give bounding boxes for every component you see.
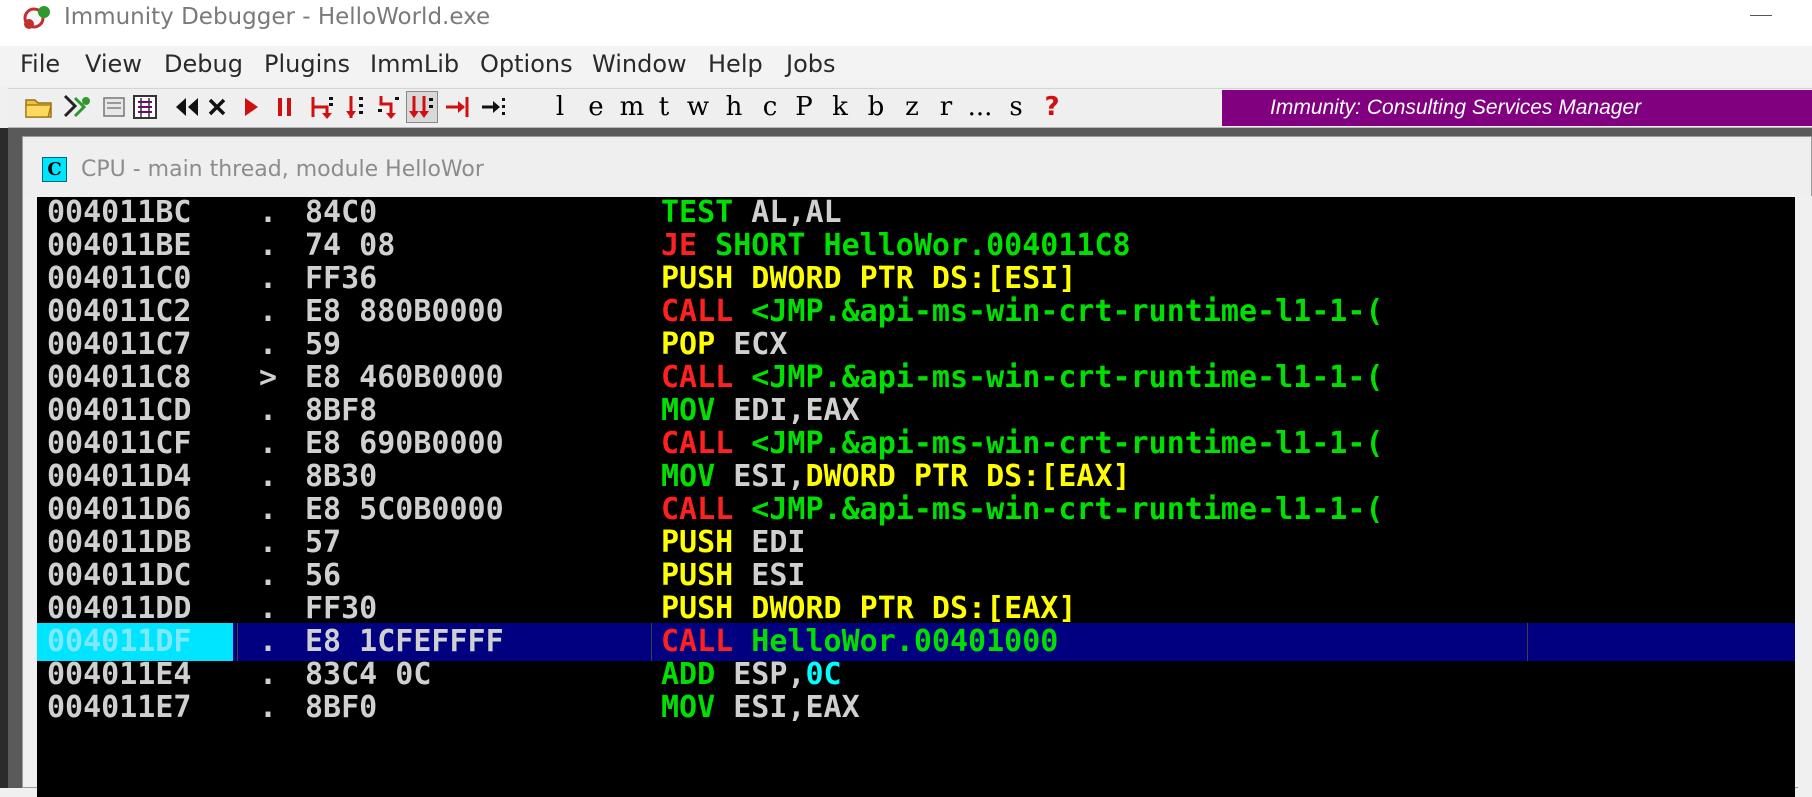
- cpu-window-title: CPU - main thread, module HelloWor: [81, 157, 484, 182]
- disassembly-pane[interactable]: 004011BC. 84C0 TEST AL,AL 004011BE. 74 08 JE …: [37, 197, 1795, 797]
- menu-view[interactable]: View: [85, 50, 142, 78]
- toolbar-e-button[interactable]: e: [582, 91, 610, 123]
- trace-over-icon[interactable]: [406, 91, 438, 123]
- disasm-operand: AL,AL: [733, 197, 842, 230]
- trace-into-icon[interactable]: [374, 91, 404, 123]
- disasm-instruction: MOV ESI,EAX: [661, 689, 1527, 727]
- step-into-icon[interactable]: [308, 91, 338, 123]
- disasm-hex-bytes: 8BF0: [305, 690, 378, 725]
- disasm-operand: <JMP.&api-ms-win-crt-runtime-l1-1-(: [733, 426, 1384, 461]
- disasm-mnemonic: ADD: [661, 657, 716, 692]
- disasm-operand: HelloWor.00401000: [733, 624, 1059, 659]
- disasm-mnemonic: PUSH: [661, 591, 734, 626]
- disasm-mnemonic: CALL: [661, 426, 734, 461]
- toolbar-more-button[interactable]: ...: [960, 91, 1000, 123]
- memory-map-icon[interactable]: [130, 91, 160, 123]
- toolbar-t-button[interactable]: t: [650, 91, 678, 123]
- menu-plugins[interactable]: Plugins: [264, 50, 350, 78]
- disasm-operand: <JMP.&api-ms-win-crt-runtime-l1-1-(: [733, 360, 1384, 395]
- execute-till-return-icon[interactable]: [442, 91, 472, 123]
- disasm-mnemonic: PUSH: [661, 558, 734, 593]
- toolbar-m-button[interactable]: m: [618, 91, 646, 123]
- menu-debug[interactable]: Debug: [164, 50, 243, 78]
- disasm-operand: ESI,EAX: [715, 690, 860, 725]
- pause-icon[interactable]: [272, 91, 298, 123]
- toolbar-h-button[interactable]: h: [720, 91, 748, 123]
- disasm-operand: ESI,: [715, 459, 806, 494]
- consulting-services-banner[interactable]: Immunity: Consulting Services Manager: [1222, 90, 1812, 126]
- disasm-mnemonic: MOV: [661, 690, 716, 725]
- disasm-mnemonic: PUSH: [661, 525, 734, 560]
- go-to-icon[interactable]: [478, 91, 508, 123]
- close-program-icon[interactable]: [100, 91, 128, 123]
- step-over-icon[interactable]: [342, 91, 372, 123]
- disasm-operand: 0C: [805, 657, 842, 692]
- disasm-operand: ECX: [715, 327, 788, 362]
- toolbar-w-button[interactable]: w: [684, 91, 712, 123]
- disasm-row[interactable]: 004011E7. 8BF0 MOV ESI,EAX: [37, 689, 1795, 727]
- toolbar-s-button[interactable]: s: [1002, 91, 1030, 123]
- toolbar-k-button[interactable]: k: [826, 91, 854, 123]
- toolbar-l-button[interactable]: l: [546, 91, 574, 123]
- menu-immlib[interactable]: ImmLib: [370, 50, 459, 78]
- terminate-x-icon[interactable]: [204, 91, 230, 123]
- disasm-mnemonic: JE: [661, 228, 698, 263]
- window-title: Immunity Debugger - HelloWorld.exe: [64, 4, 491, 30]
- disasm-operand: EDI: [733, 525, 806, 560]
- disasm-mnemonic: CALL: [661, 294, 734, 329]
- cpu-window: C CPU - main thread, module HelloWor 004…: [22, 136, 1812, 797]
- cpu-window-titlebar[interactable]: C CPU - main thread, module HelloWor: [23, 137, 1811, 197]
- cpu-window-icon: C: [42, 157, 67, 182]
- toolbar-c-button[interactable]: c: [756, 91, 784, 123]
- menu-help[interactable]: Help: [708, 50, 763, 78]
- disasm-mnemonic: MOV: [661, 459, 716, 494]
- restart-icon[interactable]: [60, 91, 94, 123]
- disasm-operand: SHORT HelloWor.004011C8: [697, 228, 1131, 263]
- title-bar: Immunity Debugger - HelloWorld.exe: [0, 0, 1812, 46]
- disasm-mnemonic: CALL: [661, 624, 734, 659]
- toolbar-help-button[interactable]: ?: [1038, 91, 1066, 123]
- disasm-operand: EDI,EAX: [715, 393, 860, 428]
- immunity-logo-icon: [23, 6, 50, 29]
- toolbar-b-button[interactable]: b: [862, 91, 890, 123]
- disasm-mnemonic: CALL: [661, 492, 734, 527]
- minimize-button[interactable]: [1738, 2, 1782, 32]
- disasm-mnemonic: MOV: [661, 393, 716, 428]
- disasm-operand: ESI: [733, 558, 806, 593]
- toolbar-r-button[interactable]: r: [932, 91, 960, 123]
- rewind-icon[interactable]: [172, 91, 202, 123]
- menu-window[interactable]: Window: [592, 50, 687, 78]
- menu-options[interactable]: Options: [480, 50, 573, 78]
- menu-jobs[interactable]: Jobs: [786, 50, 836, 78]
- disasm-mnemonic: TEST: [661, 197, 734, 230]
- disasm-operand: DWORD PTR DS:[EAX]: [805, 459, 1131, 494]
- open-folder-icon[interactable]: [22, 91, 56, 123]
- disasm-operand: DWORD PTR DS:[EAX]: [733, 591, 1077, 626]
- mdi-left-edge: [0, 128, 8, 788]
- disasm-operand: <JMP.&api-ms-win-crt-runtime-l1-1-(: [733, 294, 1384, 329]
- disasm-mnemonic: POP: [661, 327, 716, 362]
- disasm-address: 004011E7: [47, 690, 192, 725]
- disasm-jump-marker: .: [259, 690, 278, 725]
- disasm-operand: <JMP.&api-ms-win-crt-runtime-l1-1-(: [733, 492, 1384, 527]
- disasm-mnemonic: CALL: [661, 360, 734, 395]
- run-icon[interactable]: [238, 91, 264, 123]
- vertical-scrollbar[interactable]: [1798, 196, 1812, 788]
- menu-file[interactable]: File: [20, 50, 60, 78]
- disasm-operand: ESP,: [715, 657, 806, 692]
- disasm-operand: DWORD PTR DS:[ESI]: [733, 261, 1077, 296]
- toolbar-p-button[interactable]: P: [790, 91, 818, 123]
- menu-bar: File View Debug Plugins ImmLib Options W…: [0, 46, 1812, 86]
- disasm-mnemonic: PUSH: [661, 261, 734, 296]
- toolbar-z-button[interactable]: z: [898, 91, 926, 123]
